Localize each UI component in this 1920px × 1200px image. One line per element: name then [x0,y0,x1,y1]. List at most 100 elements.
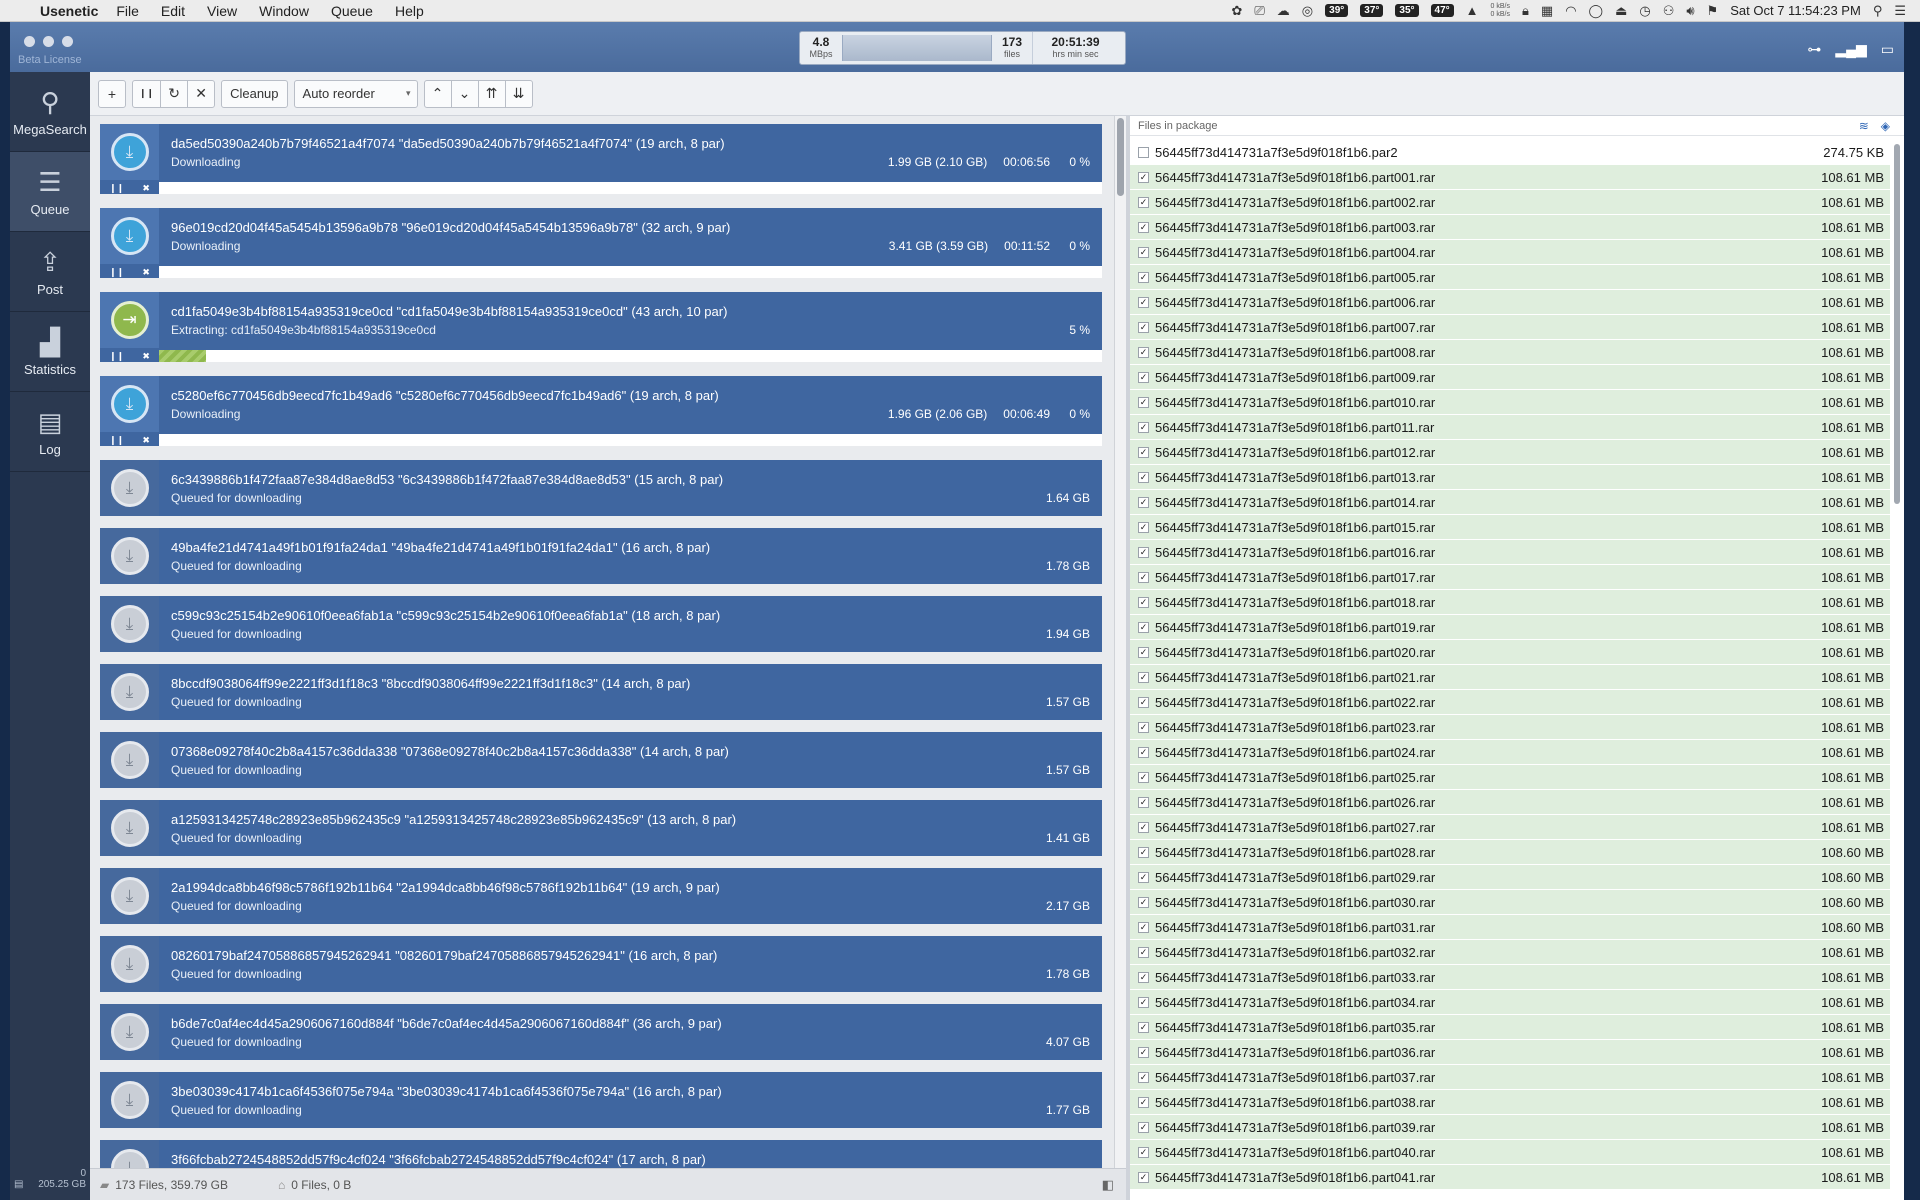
file-row[interactable]: ✓ 56445ff73d414731a7f3e5d9f018f1b6.part01… [1130,540,1890,565]
file-row[interactable]: ✓ 56445ff73d414731a7f3e5d9f018f1b6.part00… [1130,365,1890,390]
queue-item[interactable]: ⤓ c5280ef6c770456db9eecd7fc1b49ad6 "c528… [100,376,1102,446]
temp-sensor-1[interactable]: 39° [1325,4,1349,17]
queue-item[interactable]: ⤓ 3f66fcbab2724548852dd57f9c4cf024 "3f66… [100,1140,1102,1168]
queue-item[interactable]: ⤓ 08260179baf24705886857945262941 "08260… [100,936,1102,992]
file-checkbox[interactable]: ✓ [1138,971,1149,983]
file-checkbox[interactable]: ✓ [1138,296,1149,308]
file-row[interactable]: ✓ 56445ff73d414731a7f3e5d9f018f1b6.part03… [1130,915,1890,940]
file-checkbox[interactable]: ✓ [1138,546,1149,558]
file-checkbox[interactable]: ✓ [1138,446,1149,458]
network-speed[interactable]: 0 kB/s 0 kB/s [1491,3,1510,19]
close-icon[interactable]: ✖ [142,435,150,446]
sidebar-item-log[interactable]: ▤ Log [10,392,90,472]
queue-item[interactable]: ⤓ b6de7c0af4ec4d45a2906067160d884f "b6de… [100,1004,1102,1060]
file-row[interactable]: ✓ 56445ff73d414731a7f3e5d9f018f1b6.part02… [1130,740,1890,765]
file-checkbox[interactable]: ✓ [1138,521,1149,533]
remove-button[interactable]: ✕ [187,79,216,108]
file-row[interactable]: ✓ 56445ff73d414731a7f3e5d9f018f1b6.part02… [1130,840,1890,865]
file-checkbox[interactable]: ✓ [1138,371,1149,383]
files-scrollbar[interactable] [1892,140,1902,1196]
file-row[interactable]: ✓ 56445ff73d414731a7f3e5d9f018f1b6.part03… [1130,1065,1890,1090]
file-checkbox[interactable]: ✓ [1138,1046,1149,1058]
sidebar-item-megasearch[interactable]: ⚲ MegaSearch [10,72,90,152]
queue-item[interactable]: ⤓ 3be03039c4174b1ca6f4536f075e794a "3be0… [100,1072,1102,1128]
file-row[interactable]: ✓ 56445ff73d414731a7f3e5d9f018f1b6.part04… [1130,1165,1890,1190]
sidebar-item-post[interactable]: ⇪ Post [10,232,90,312]
move-bottom-button[interactable]: ⇊ [504,79,533,108]
file-checkbox[interactable]: ✓ [1138,646,1149,658]
file-row[interactable]: ✓ 56445ff73d414731a7f3e5d9f018f1b6.part00… [1130,290,1890,315]
file-checkbox[interactable] [1138,146,1149,158]
queue-item[interactable]: ⤓ 07368e09278f40c2b8a4157c36dda338 "0736… [100,732,1102,788]
file-row[interactable]: ✓ 56445ff73d414731a7f3e5d9f018f1b6.part00… [1130,215,1890,240]
file-checkbox[interactable]: ✓ [1138,796,1149,808]
time-machine-icon[interactable]: ◷ [1639,3,1650,19]
retry-button[interactable]: ↻ [160,79,189,108]
file-row[interactable]: ✓ 56445ff73d414731a7f3e5d9f018f1b6.part03… [1130,940,1890,965]
cleanup-button[interactable]: Cleanup [221,79,288,108]
memory-icon[interactable]: ▦ [1541,3,1553,19]
creative-cloud-icon[interactable]: ◎ [1302,3,1313,19]
file-row[interactable]: ✓ 56445ff73d414731a7f3e5d9f018f1b6.part03… [1130,890,1890,915]
file-checkbox[interactable]: ✓ [1138,996,1149,1008]
menu-queue[interactable]: Queue [331,3,373,19]
accessibility-icon[interactable]: ⚇ [1663,3,1675,19]
file-checkbox[interactable]: ✓ [1138,921,1149,933]
file-checkbox[interactable]: ✓ [1138,746,1149,758]
file-checkbox[interactable]: ✓ [1138,221,1149,233]
file-checkbox[interactable]: ✓ [1138,1171,1149,1183]
file-row[interactable]: ✓ 56445ff73d414731a7f3e5d9f018f1b6.part01… [1130,440,1890,465]
file-checkbox[interactable]: ✓ [1138,821,1149,833]
menu-edit[interactable]: Edit [161,3,185,19]
file-checkbox[interactable]: ✓ [1138,671,1149,683]
file-checkbox[interactable]: ✓ [1138,946,1149,958]
pause-icon[interactable]: ❙❙ [109,267,124,278]
file-checkbox[interactable]: ✓ [1138,1021,1149,1033]
file-checkbox[interactable]: ✓ [1138,846,1149,858]
queue-item[interactable]: ⤓ a1259313425748c28923e85b962435c9 "a125… [100,800,1102,856]
file-row[interactable]: ✓ 56445ff73d414731a7f3e5d9f018f1b6.part03… [1130,990,1890,1015]
zoom-window-button[interactable] [62,36,73,47]
file-row[interactable]: ✓ 56445ff73d414731a7f3e5d9f018f1b6.part02… [1130,640,1890,665]
file-row[interactable]: ✓ 56445ff73d414731a7f3e5d9f018f1b6.part01… [1130,615,1890,640]
signal-bars-icon[interactable]: ▂▄▆ [1835,41,1866,58]
menu-view[interactable]: View [207,3,237,19]
pause-icon[interactable]: ❙❙ [109,183,124,194]
cloud-icon[interactable]: ☁ [1277,3,1290,19]
file-checkbox[interactable]: ✓ [1138,346,1149,358]
file-checkbox[interactable]: ✓ [1138,696,1149,708]
file-checkbox[interactable]: ✓ [1138,571,1149,583]
menu-file[interactable]: File [116,3,139,19]
menu-help[interactable]: Help [395,3,424,19]
file-row[interactable]: ✓ 56445ff73d414731a7f3e5d9f018f1b6.part03… [1130,1040,1890,1065]
move-top-button[interactable]: ⇈ [477,79,506,108]
file-checkbox[interactable]: ✓ [1138,321,1149,333]
queue-item[interactable]: ⤓ da5ed50390a240b7b79f46521a4f7074 "da5e… [100,124,1102,194]
drive-icon[interactable]: ▲ [1466,3,1479,18]
file-checkbox[interactable]: ✓ [1138,896,1149,908]
file-row[interactable]: ✓ 56445ff73d414731a7f3e5d9f018f1b6.part01… [1130,515,1890,540]
file-checkbox[interactable]: ✓ [1138,771,1149,783]
file-checkbox[interactable]: ✓ [1138,1121,1149,1133]
file-checkbox[interactable]: ✓ [1138,171,1149,183]
file-row[interactable]: ✓ 56445ff73d414731a7f3e5d9f018f1b6.part01… [1130,415,1890,440]
file-row[interactable]: ✓ 56445ff73d414731a7f3e5d9f018f1b6.part02… [1130,790,1890,815]
file-row[interactable]: ✓ 56445ff73d414731a7f3e5d9f018f1b6.part02… [1130,815,1890,840]
wifi-icon[interactable]: ◠ [1565,3,1576,19]
file-checkbox[interactable]: ✓ [1138,496,1149,508]
file-checkbox[interactable]: ✓ [1138,471,1149,483]
file-checkbox[interactable]: ✓ [1138,721,1149,733]
connection-icon[interactable]: ⊶ [1807,41,1821,58]
file-checkbox[interactable]: ✓ [1138,196,1149,208]
close-icon[interactable]: ✖ [142,351,150,362]
file-row[interactable]: ✓ 56445ff73d414731a7f3e5d9f018f1b6.part00… [1130,315,1890,340]
pause-icon[interactable]: ❙❙ [109,351,124,362]
scroll-thumb[interactable] [1894,144,1900,504]
queue-item[interactable]: ⤓ 49ba4fe21d4741a49f1b01f91fa24da1 "49ba… [100,528,1102,584]
screen-share-icon[interactable]: ⎚ [1254,3,1264,19]
file-row[interactable]: ✓ 56445ff73d414731a7f3e5d9f018f1b6.part01… [1130,565,1890,590]
pause-icon[interactable]: ❙❙ [109,435,124,446]
menu-window[interactable]: Window [259,3,309,19]
queue-item[interactable]: ⤓ 2a1994dca8bb46f98c5786f192b11b64 "2a19… [100,868,1102,924]
flag-icon[interactable]: ⚑ [1707,3,1719,19]
